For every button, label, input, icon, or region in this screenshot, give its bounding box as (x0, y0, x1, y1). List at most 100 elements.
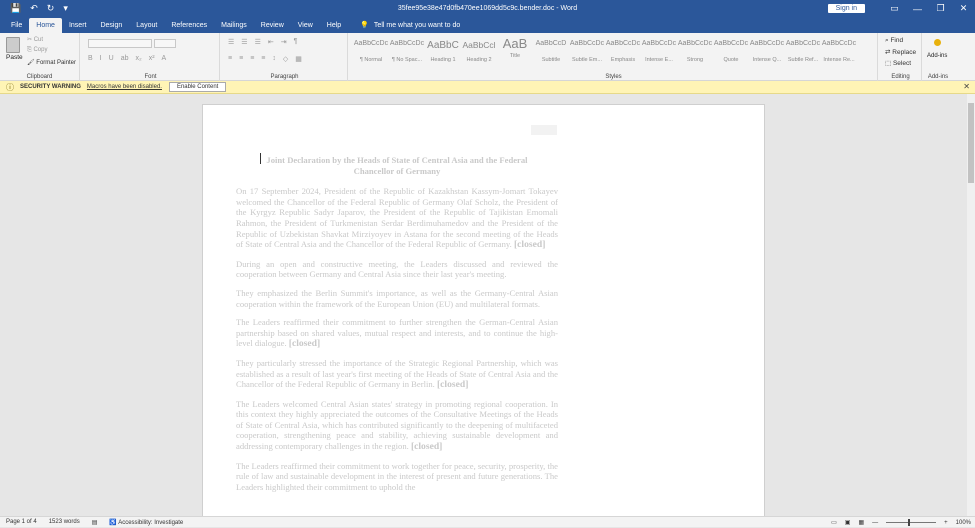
alignment-icons: ≡ ≡ ≡ ≡ ↕ ◇ ▦ (228, 55, 302, 63)
line-spacing-icon[interactable]: ↕ (272, 55, 276, 63)
bullets-icon[interactable]: ☰ (228, 38, 234, 46)
sign-in-button[interactable]: Sign in (827, 4, 865, 13)
list-icons: ☰ ☰ ☰ ⇤ ⇥ ¶ (228, 38, 297, 46)
borders-icon[interactable]: ▦ (295, 55, 302, 63)
tab-references[interactable]: References (164, 18, 214, 33)
tell-me-search[interactable]: 💡 Tell me what you want to do (360, 18, 460, 33)
tell-me-text: Tell me what you want to do (373, 22, 461, 29)
align-center-icon[interactable]: ≡ (239, 55, 243, 63)
justify-icon[interactable]: ≡ (261, 55, 265, 63)
zoom-out-icon[interactable]: — (872, 520, 878, 526)
document-page[interactable]: Joint Declaration by the Heads of State … (202, 104, 765, 516)
close-icon[interactable]: ✕ (952, 3, 975, 14)
paragraph: The Leaders reaffirmed their commitment … (236, 317, 558, 350)
show-formatting-icon[interactable]: ¶ (294, 38, 298, 46)
enable-content-button[interactable]: Enable Content (168, 82, 227, 92)
style-intense-reference[interactable]: AaBbCcDc Intense Re... (821, 36, 857, 66)
style-intense-quote[interactable]: AaBbCcDc Intense Q... (749, 36, 785, 66)
accessibility-status[interactable]: ♿ Accessibility: Investigate (109, 519, 183, 526)
tab-file[interactable]: File (4, 18, 29, 33)
page-count[interactable]: Page 1 of 4 (6, 519, 37, 525)
style-subtle-reference[interactable]: AaBbCcDc Subtle Ref... (785, 36, 821, 66)
font-name-dropdown[interactable] (88, 39, 152, 48)
zoom-slider[interactable] (886, 519, 937, 526)
close-icon[interactable]: ✕ (963, 82, 970, 91)
style-emphasis[interactable]: AaBbCcDc Emphasis (605, 36, 641, 66)
security-warning-title: SECURITY WARNING (20, 84, 81, 90)
ribbon-display-options-icon[interactable]: ▭ (883, 3, 906, 14)
style-intense-emphasis[interactable]: AaBbCcDc Intense E... (641, 36, 677, 66)
document-body[interactable]: Joint Declaration by the Heads of State … (236, 153, 558, 500)
save-icon[interactable]: 💾 (10, 3, 21, 14)
paste-icon[interactable] (6, 37, 20, 53)
macros-disabled-link[interactable]: Macros have been disabled. (87, 84, 162, 90)
undo-icon[interactable]: ↶ (30, 3, 38, 14)
superscript-icon[interactable]: x² (149, 55, 155, 62)
style-heading-2[interactable]: AaBbCcl Heading 2 (461, 36, 497, 66)
addins-button[interactable]: Add-ins (927, 53, 947, 59)
zoom-in-icon[interactable]: + (944, 520, 948, 526)
bold-icon[interactable]: B (88, 55, 93, 62)
style-normal[interactable]: AaBbCcDc ¶ Normal (353, 36, 389, 66)
customize-toolbar-icon[interactable]: ▾ (63, 3, 68, 14)
addins-group-label: Add-ins (927, 74, 949, 80)
decrease-indent-icon[interactable]: ⇤ (268, 38, 274, 46)
word-count[interactable]: 1523 words (49, 519, 80, 525)
zoom-level[interactable]: 100% (956, 520, 971, 526)
lightbulb-icon: 💡 (360, 22, 369, 29)
paragraph: On 17 September 2024, President of the R… (236, 186, 558, 251)
ribbon: Paste ✂ Cut ⎘ Copy 🖌 Format Painter Clip… (0, 33, 975, 81)
redo-icon[interactable]: ↻ (47, 3, 55, 14)
tab-home[interactable]: Home (29, 18, 62, 33)
style-title[interactable]: AaB Title (497, 36, 533, 66)
tab-insert[interactable]: Insert (62, 18, 94, 33)
vertical-scrollbar[interactable] (967, 94, 975, 516)
font-format-icons: B I U ab x₂ x² A (88, 55, 166, 62)
find-button[interactable]: ⌕ Find (885, 37, 903, 45)
style-no-spacing[interactable]: AaBbCcDc ¶ No Spac... (389, 36, 425, 66)
format-painter-button[interactable]: 🖌 Format Painter (27, 59, 76, 66)
tab-view[interactable]: View (291, 18, 320, 33)
replace-button[interactable]: ⇄ Replace (885, 48, 916, 56)
tab-help[interactable]: Help (320, 18, 348, 33)
web-layout-icon[interactable]: ▦ (858, 519, 864, 526)
italic-icon[interactable]: I (100, 55, 102, 62)
underline-icon[interactable]: U (109, 55, 114, 62)
restore-icon[interactable]: ❐ (929, 3, 952, 14)
font-size-dropdown[interactable] (154, 39, 176, 48)
strikethrough-icon[interactable]: ab (121, 55, 129, 62)
addins-icon[interactable] (934, 39, 941, 46)
font-color-icon[interactable]: A (162, 55, 167, 62)
multilevel-list-icon[interactable]: ☰ (255, 38, 261, 46)
clipboard-group-label: Clipboard (26, 74, 53, 80)
align-right-icon[interactable]: ≡ (250, 55, 254, 63)
style-heading-1[interactable]: AaBbC Heading 1 (425, 36, 461, 66)
cut-button[interactable]: ✂ Cut (27, 36, 43, 43)
editing-group-label: Editing (891, 74, 910, 80)
style-subtitle[interactable]: AaBbCcD Subtitle (533, 36, 569, 66)
print-layout-icon[interactable]: ▣ (845, 519, 851, 526)
tab-review[interactable]: Review (254, 18, 291, 33)
shading-icon[interactable]: ◇ (283, 55, 288, 63)
clipboard-group: Paste ✂ Cut ⎘ Copy 🖌 Format Painter Clip… (0, 33, 80, 81)
minimize-icon[interactable]: — (906, 4, 929, 14)
proofing-icon[interactable]: ▤ (92, 519, 98, 526)
scrollbar-thumb[interactable] (968, 103, 974, 183)
increase-indent-icon[interactable]: ⇥ (281, 38, 287, 46)
copy-button[interactable]: ⎘ Copy (27, 47, 47, 54)
styles-gallery: AaBbCcDc ¶ Normal AaBbCcDc ¶ No Spac... Aa… (353, 36, 857, 66)
style-strong[interactable]: AaBbCcDc Strong (677, 36, 713, 66)
tab-layout[interactable]: Layout (129, 18, 164, 33)
style-subtle-emphasis[interactable]: AaBbCcDc Subtle Em... (569, 36, 605, 66)
tab-design[interactable]: Design (93, 18, 129, 33)
select-button[interactable]: ⬚ Select (885, 59, 911, 67)
subscript-icon[interactable]: x₂ (135, 55, 141, 62)
ribbon-tabs: File Home Insert Design Layout Reference… (0, 17, 975, 33)
numbering-icon[interactable]: ☰ (241, 38, 247, 46)
tab-mailings[interactable]: Mailings (214, 18, 254, 33)
align-left-icon[interactable]: ≡ (228, 55, 232, 63)
zoom-slider-thumb[interactable] (908, 519, 911, 526)
read-mode-icon[interactable]: ▭ (831, 519, 837, 526)
style-quote[interactable]: AaBbCcDc Quote (713, 36, 749, 66)
paste-button[interactable]: Paste (6, 54, 23, 61)
